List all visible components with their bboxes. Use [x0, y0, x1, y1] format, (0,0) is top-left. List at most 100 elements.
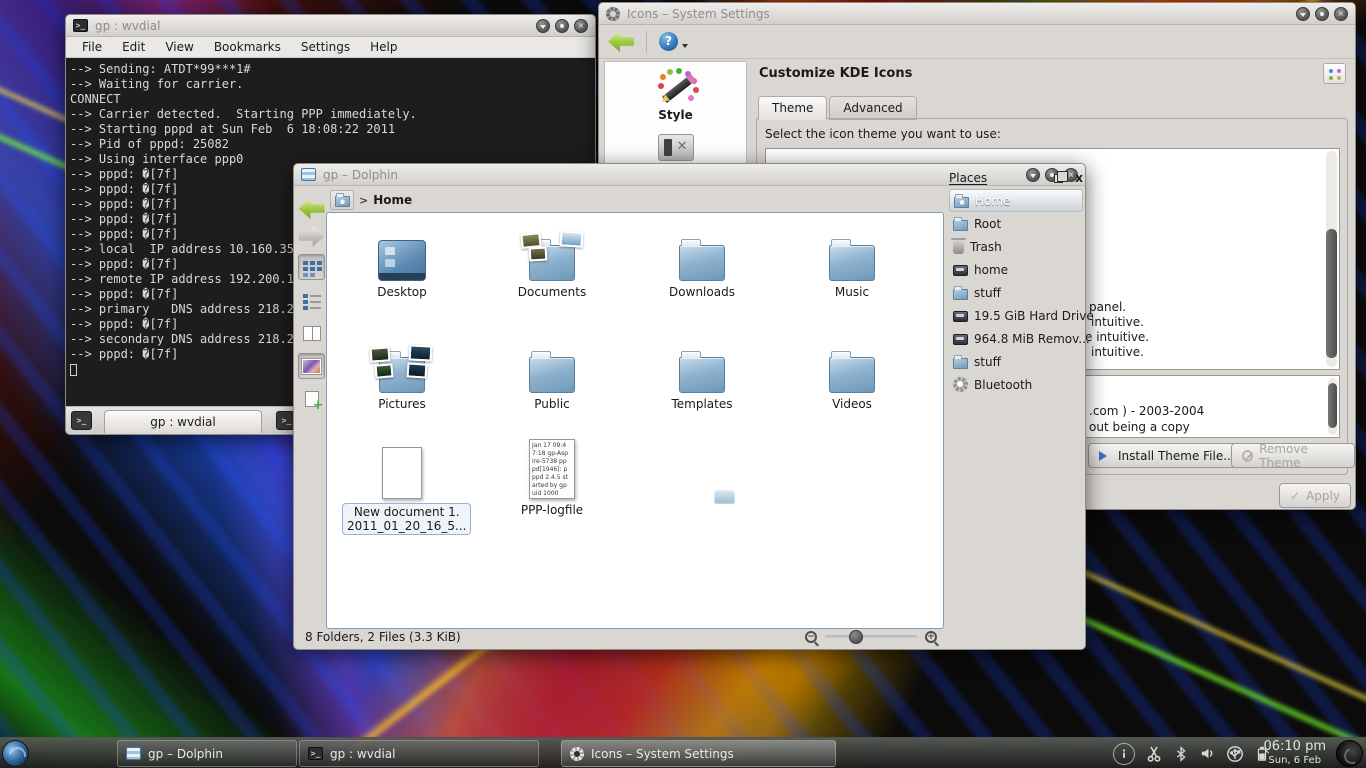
install-theme-button[interactable]: Install Theme File... [1088, 443, 1246, 468]
minimize-button[interactable] [1296, 7, 1310, 21]
sidebar-item-workspace[interactable] [605, 134, 746, 161]
help-icon[interactable]: ? [659, 32, 678, 51]
menu-settings[interactable]: Settings [291, 40, 360, 54]
place-item-root[interactable]: Root [949, 212, 1083, 235]
dolphin-window: gp – Dolphin × > Home [293, 163, 1086, 650]
place-item-hard-drive[interactable]: 19.5 GiB Hard Drive [949, 304, 1083, 327]
hard-drive-icon [953, 265, 968, 276]
menu-view[interactable]: View [155, 40, 203, 54]
drag-thumbnail-artifact [714, 490, 735, 504]
place-item-home[interactable]: Home [949, 189, 1083, 212]
task-system-settings[interactable]: Icons – System Settings [561, 740, 836, 767]
folder-item-videos[interactable]: Videos [792, 333, 912, 411]
klipper-icon[interactable] [1145, 745, 1163, 763]
breadcrumb-current[interactable]: Home [373, 193, 412, 207]
document-file-icon [382, 447, 422, 499]
terminal-window-title: gp : wvdial [95, 19, 160, 33]
volume-icon[interactable] [1199, 745, 1216, 762]
details-view-button[interactable] [298, 287, 325, 313]
zoom-slider[interactable] [825, 635, 917, 639]
file-item-new-document[interactable]: New document 1. 2011_01_20_16_5... [342, 437, 462, 535]
settings-titlebar[interactable]: Icons – System Settings × [599, 3, 1355, 25]
place-item-stuff2[interactable]: stuff [949, 350, 1083, 373]
desktop-folder-icon [378, 240, 426, 281]
task-dolphin[interactable]: gp – Dolphin [117, 740, 297, 767]
folder-icon [379, 357, 425, 393]
scrollbar-thumb[interactable] [1328, 383, 1337, 429]
apply-button[interactable]: ✓ Apply [1279, 483, 1351, 508]
close-panel-icon[interactable]: x [1075, 173, 1083, 183]
sidebar-item-style[interactable]: Style [605, 70, 746, 122]
float-panel-icon[interactable] [1054, 174, 1063, 183]
folder-item-downloads[interactable]: Downloads [642, 221, 762, 299]
folder-item-music[interactable]: Music [792, 221, 912, 299]
menu-edit[interactable]: Edit [112, 40, 155, 54]
scrollbar-thumb[interactable] [1326, 229, 1337, 359]
dolphin-statusbar: 8 Folders, 2 Files (3.3 KiB) − + [294, 625, 1085, 649]
remove-theme-button[interactable]: Remove Theme [1231, 443, 1355, 468]
folder-item-documents[interactable]: Documents [492, 221, 612, 299]
scrollbar[interactable] [1326, 151, 1337, 367]
terminal-line: --> Pid of pppd: 25082 [70, 137, 591, 152]
preview-icon [302, 359, 321, 374]
notifications-icon[interactable] [1113, 743, 1135, 765]
folder-icon [953, 220, 968, 231]
place-item-home-drive[interactable]: home [949, 258, 1083, 281]
folder-item-public[interactable]: Public [492, 333, 612, 411]
icons-overview-button[interactable] [1323, 63, 1346, 84]
minimize-button[interactable] [536, 19, 550, 33]
bluetooth-icon[interactable] [1173, 745, 1189, 763]
hard-drive-icon [953, 311, 968, 322]
place-item-removable[interactable]: 964.8 MiB Remov... [949, 327, 1083, 350]
dolphin-side-toolbar [296, 192, 327, 623]
status-text: 8 Folders, 2 Files (3.3 KiB) [305, 630, 461, 644]
folder-item-pictures[interactable]: Pictures [342, 333, 462, 411]
plasma-cashew-icon[interactable] [1336, 740, 1363, 767]
file-item-ppp-logfile[interactable]: Jan 17 09:4 7:18 gp-Asp ire-5738 pp pd[1… [492, 437, 612, 517]
breadcrumb-separator: > [359, 194, 368, 207]
theme-list-fragment: panel. [1089, 300, 1126, 314]
zoom-slider-thumb[interactable] [849, 630, 863, 644]
tab-advanced[interactable]: Advanced [829, 96, 916, 120]
menu-help[interactable]: Help [360, 40, 407, 54]
kde-menu-button[interactable] [2, 740, 29, 767]
place-item-stuff[interactable]: stuff [949, 281, 1083, 304]
breadcrumb-home-button[interactable] [330, 190, 354, 210]
zoom-out-icon[interactable]: − [805, 631, 817, 643]
columns-view-icon [303, 326, 321, 341]
folder-icon [829, 245, 875, 281]
zoom-in-icon[interactable]: + [925, 631, 937, 643]
task-wvdial[interactable]: >_ gp : wvdial [299, 740, 539, 767]
folder-item-templates[interactable]: Templates [642, 333, 762, 411]
clock[interactable]: 06:10 pm Sun, 6 Feb [1263, 740, 1326, 766]
menu-bookmarks[interactable]: Bookmarks [204, 40, 291, 54]
menu-file[interactable]: File [72, 40, 112, 54]
usb-device-icon[interactable] [1226, 745, 1244, 763]
terminal-titlebar[interactable]: >_ gp : wvdial × [66, 15, 595, 37]
place-item-trash[interactable]: Trash [949, 235, 1083, 258]
folder-item-desktop[interactable]: Desktop [342, 221, 462, 299]
maximize-button[interactable] [555, 19, 569, 33]
close-button[interactable]: × [1334, 7, 1348, 21]
columns-view-button[interactable] [298, 320, 325, 346]
dolphin-file-view[interactable]: Desktop Documents Downloads Music Pi [326, 212, 944, 629]
chevron-down-icon[interactable] [682, 44, 688, 51]
tab-theme[interactable]: Theme [758, 96, 827, 120]
folder-icon [679, 245, 725, 281]
back-arrow-icon[interactable] [608, 31, 634, 52]
back-arrow-icon[interactable] [299, 198, 325, 219]
places-panel: Places x Home Root Trash home [949, 167, 1083, 396]
preview-button[interactable] [298, 353, 325, 379]
theme-list-fragment: intuitive. [1091, 345, 1144, 359]
close-button[interactable]: × [574, 19, 588, 33]
icons-view-button[interactable] [298, 254, 325, 280]
new-tab-button[interactable]: >_ [71, 411, 92, 430]
settings-window-title: Icons – System Settings [627, 7, 770, 21]
maximize-button[interactable] [1315, 7, 1329, 21]
scrollbar[interactable] [1328, 378, 1337, 435]
terminal-tab[interactable]: gp : wvdial [104, 410, 262, 433]
forward-arrow-icon[interactable] [299, 226, 325, 247]
terminal-line: --> Starting pppd at Sun Feb 6 18:08:22 … [70, 122, 591, 137]
split-view-button[interactable] [298, 386, 325, 412]
place-item-bluetooth[interactable]: Bluetooth [949, 373, 1083, 396]
